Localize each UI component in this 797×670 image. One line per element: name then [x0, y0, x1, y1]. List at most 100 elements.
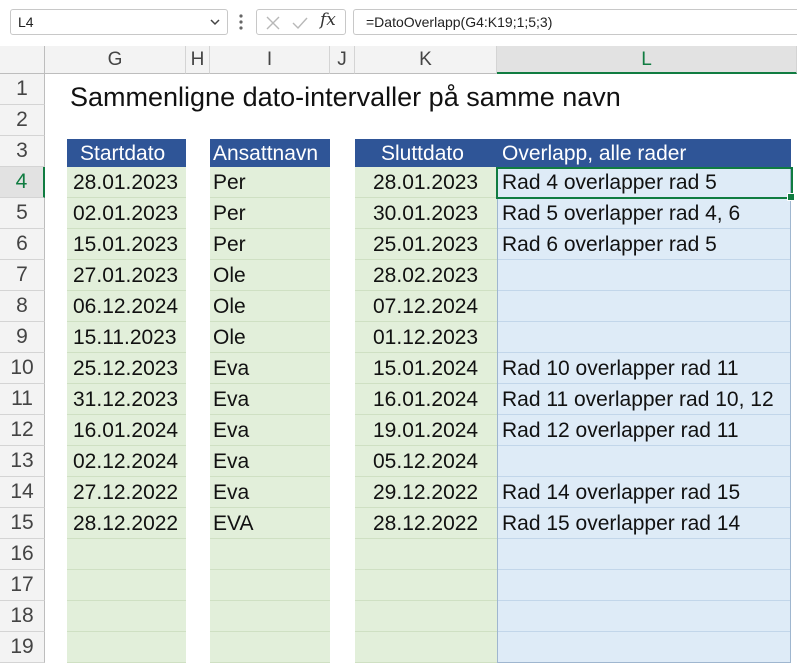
overlapp-cell[interactable]: Rad 6 overlapper rad 5 [497, 229, 791, 260]
row-header-13[interactable]: 13 [0, 446, 45, 477]
column-header-i[interactable]: I [210, 46, 330, 74]
row-header-19[interactable]: 19 [0, 632, 45, 663]
cancel-icon[interactable] [265, 15, 281, 31]
row-header-15[interactable]: 15 [0, 508, 45, 539]
startdato-cell[interactable] [67, 570, 186, 601]
row-header-1[interactable]: 1 [0, 74, 45, 105]
overlapp-cell[interactable]: Rad 14 overlapper rad 15 [497, 477, 791, 508]
sluttdato-cell[interactable]: 19.01.2024 [355, 415, 497, 446]
overlapp-cell[interactable]: Rad 5 overlapper rad 4, 6 [497, 198, 791, 229]
sluttdato-cell[interactable]: 01.12.2023 [355, 322, 497, 353]
startdato-cell[interactable]: 15.11.2023 [67, 322, 186, 353]
startdato-cell[interactable] [67, 632, 186, 663]
row-header-8[interactable]: 8 [0, 291, 45, 322]
row-header-17[interactable]: 17 [0, 570, 45, 601]
sluttdato-cell[interactable]: 15.01.2024 [355, 353, 497, 384]
startdato-cell[interactable]: 27.12.2022 [67, 477, 186, 508]
startdato-cell[interactable]: 28.01.2023 [67, 167, 186, 198]
select-all-corner[interactable] [0, 46, 45, 74]
row-header-2[interactable]: 2 [0, 105, 45, 136]
startdato-cell[interactable]: 27.01.2023 [67, 260, 186, 291]
sluttdato-cell[interactable]: 05.12.2024 [355, 446, 497, 477]
sluttdato-cell[interactable] [355, 570, 497, 601]
sluttdato-cell[interactable] [355, 632, 497, 663]
startdato-cell[interactable]: 06.12.2024 [67, 291, 186, 322]
column-header-h[interactable]: H [186, 46, 210, 74]
ansattnavn-cell[interactable] [210, 570, 330, 601]
ansattnavn-cell[interactable] [210, 539, 330, 570]
name-box[interactable]: L4 [10, 9, 228, 35]
ansattnavn-cell[interactable]: Ole [210, 291, 330, 322]
overlapp-cell[interactable] [497, 322, 791, 353]
overlapp-cell[interactable]: Rad 11 overlapper rad 10, 12 [497, 384, 791, 415]
confirm-icon[interactable] [291, 15, 309, 31]
sluttdato-cell[interactable]: 16.01.2024 [355, 384, 497, 415]
ansattnavn-cell[interactable]: Per [210, 229, 330, 260]
row-header-7[interactable]: 7 [0, 260, 45, 291]
startdato-cell[interactable]: 15.01.2023 [67, 229, 186, 260]
insert-function-button[interactable]: fx [320, 10, 336, 30]
overlapp-cell[interactable] [497, 539, 791, 570]
row-header-3[interactable]: 3 [0, 136, 45, 167]
ansattnavn-cell[interactable]: Per [210, 167, 330, 198]
ansattnavn-cell[interactable]: Eva [210, 415, 330, 446]
ansattnavn-cell[interactable]: Ole [210, 322, 330, 353]
sluttdato-cell[interactable]: 28.02.2023 [355, 260, 497, 291]
startdato-cell[interactable]: 28.12.2022 [67, 508, 186, 539]
column-header-k[interactable]: K [355, 46, 497, 74]
overlapp-cell[interactable] [497, 570, 791, 601]
column-header-j[interactable]: J [330, 46, 355, 74]
column-header-l[interactable]: L [497, 46, 797, 74]
ansattnavn-cell[interactable]: Per [210, 198, 330, 229]
startdato-cell[interactable]: 31.12.2023 [67, 384, 186, 415]
row-header-16[interactable]: 16 [0, 539, 45, 570]
startdato-cell[interactable]: 02.12.2024 [67, 446, 186, 477]
row-header-5[interactable]: 5 [0, 198, 45, 229]
row-header-9[interactable]: 9 [0, 322, 45, 353]
header-ansattnavn[interactable]: Ansattnavn [210, 139, 330, 168]
overlapp-cell[interactable] [497, 601, 791, 632]
active-cell-l4[interactable] [496, 167, 795, 201]
overlapp-cell[interactable]: Rad 12 overlapper rad 11 [497, 415, 791, 446]
header-startdato[interactable]: Startdato [67, 139, 186, 168]
header-overlapp[interactable]: Overlapp, alle rader [497, 139, 791, 168]
row-header-6[interactable]: 6 [0, 229, 45, 260]
row-header-4[interactable]: 4 [0, 167, 45, 198]
ansattnavn-cell[interactable] [210, 601, 330, 632]
ansattnavn-cell[interactable]: Eva [210, 446, 330, 477]
startdato-cell[interactable]: 16.01.2024 [67, 415, 186, 446]
overlapp-cell[interactable] [497, 446, 791, 477]
sluttdato-cell[interactable]: 28.12.2022 [355, 508, 497, 539]
ansattnavn-cell[interactable]: Ole [210, 260, 330, 291]
header-sluttdato[interactable]: Sluttdato [355, 139, 497, 168]
row-header-14[interactable]: 14 [0, 477, 45, 508]
ansattnavn-cell[interactable]: Eva [210, 384, 330, 415]
overlapp-cell[interactable] [497, 632, 791, 663]
overlapp-cell[interactable]: Rad 10 overlapper rad 11 [497, 353, 791, 384]
sluttdato-cell[interactable] [355, 601, 497, 632]
column-header-g[interactable]: G [45, 46, 186, 74]
ansattnavn-cell[interactable]: EVA [210, 508, 330, 539]
ansattnavn-cell[interactable]: Eva [210, 353, 330, 384]
startdato-cell[interactable]: 02.01.2023 [67, 198, 186, 229]
row-header-11[interactable]: 11 [0, 384, 45, 415]
ansattnavn-cell[interactable] [210, 632, 330, 663]
sluttdato-cell[interactable]: 25.01.2023 [355, 229, 497, 260]
startdato-cell[interactable] [67, 539, 186, 570]
ansattnavn-cell[interactable]: Eva [210, 477, 330, 508]
more-options-icon[interactable] [238, 12, 244, 32]
sluttdato-cell[interactable]: 29.12.2022 [355, 477, 497, 508]
startdato-cell[interactable]: 25.12.2023 [67, 353, 186, 384]
fill-handle[interactable] [787, 193, 795, 201]
overlapp-cell[interactable] [497, 260, 791, 291]
sluttdato-cell[interactable] [355, 539, 497, 570]
overlapp-cell[interactable] [497, 291, 791, 322]
row-header-18[interactable]: 18 [0, 601, 45, 632]
sluttdato-cell[interactable]: 07.12.2024 [355, 291, 497, 322]
formula-input[interactable]: =DatoOverlapp(G4:K19;1;5;3) [353, 9, 797, 35]
row-header-12[interactable]: 12 [0, 415, 45, 446]
chevron-down-icon[interactable] [209, 16, 221, 28]
sheet-title[interactable]: Sammenligne dato-intervaller på samme na… [70, 82, 621, 113]
overlapp-cell[interactable]: Rad 15 overlapper rad 14 [497, 508, 791, 539]
sluttdato-cell[interactable]: 28.01.2023 [355, 167, 497, 198]
